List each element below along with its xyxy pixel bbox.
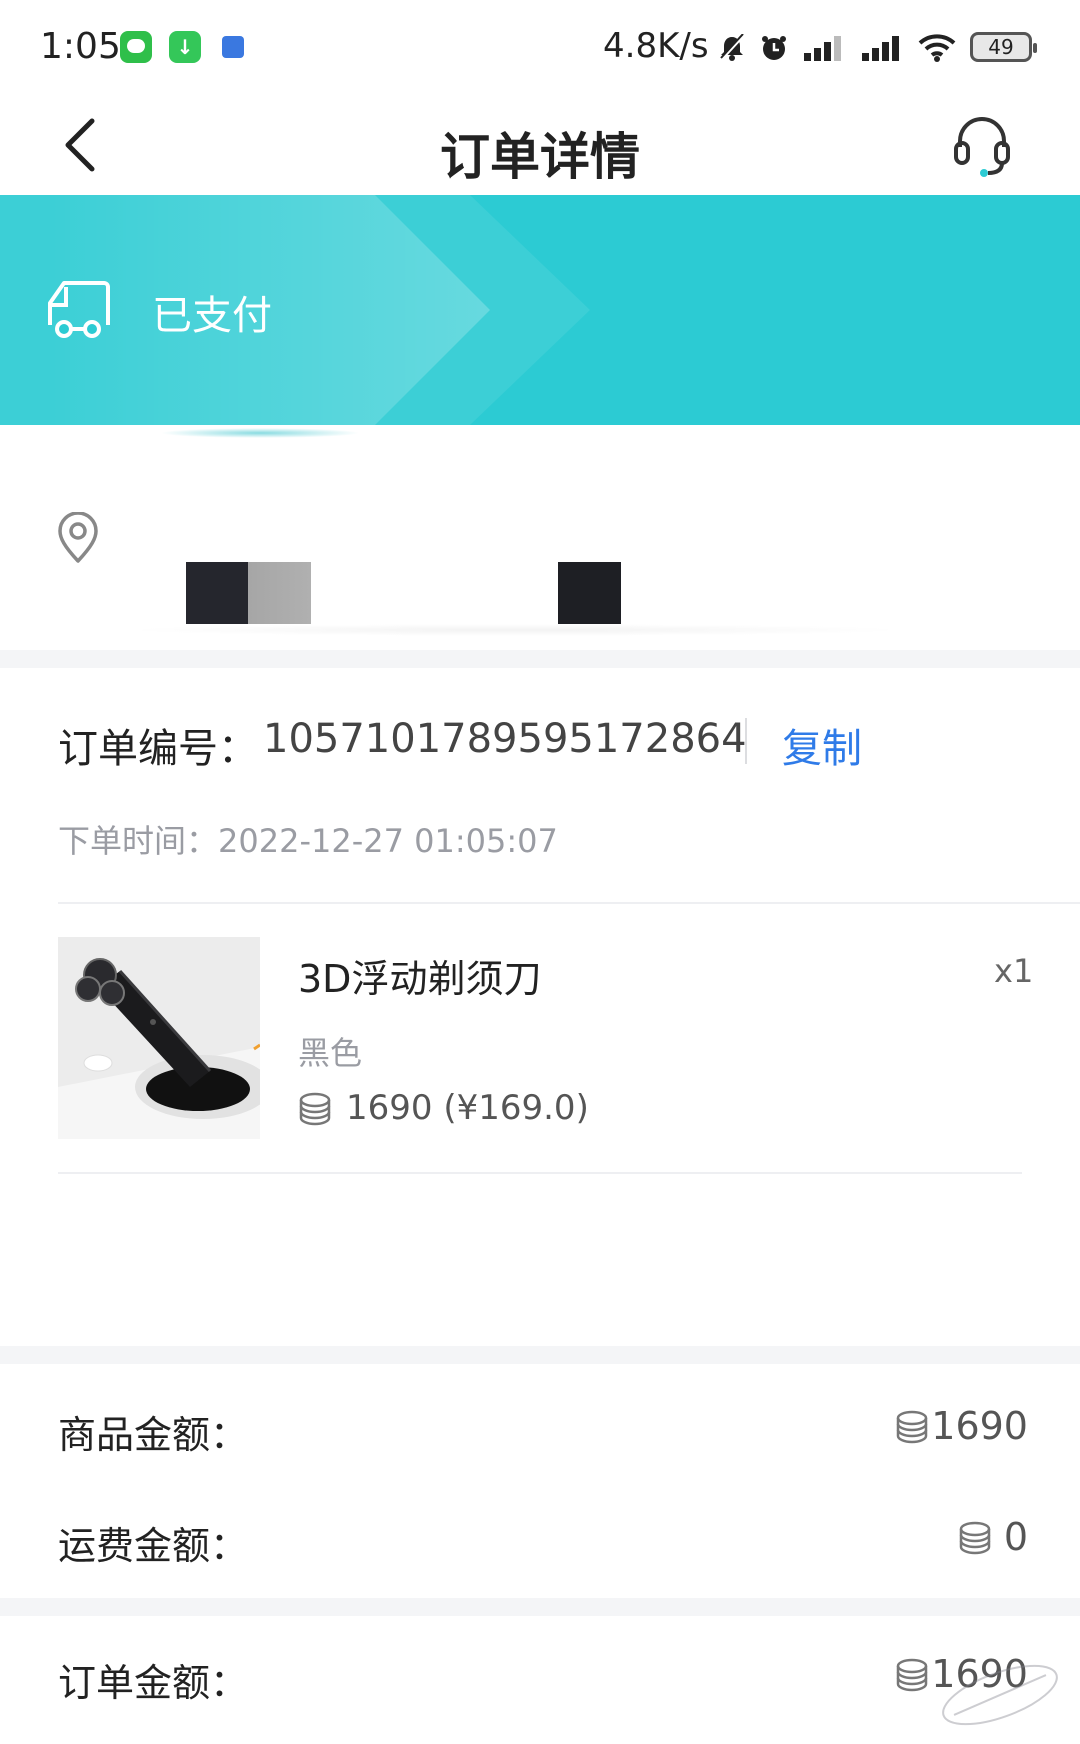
truck-icon [48,281,110,338]
order-number-label: 订单编号： [58,726,258,772]
vertical-separator [745,718,747,764]
product-variant: 黑色 [298,1034,363,1072]
status-time: 1:05 [40,26,121,67]
product-price: 1690 (¥169.0) [346,1088,589,1128]
redacted-address-block [186,562,248,624]
status-icons [718,30,956,66]
network-speed: 4.8K/s [603,26,709,66]
product-name: 3D浮动剃须刀 [298,957,542,1001]
product-quantity: x1 [994,952,1034,990]
address-shadow [120,624,910,636]
alarm-icon [762,36,786,60]
order-number: 1057101789595172864 [263,716,747,762]
headset-icon[interactable] [950,113,1014,179]
section-divider [0,1346,1080,1364]
page-title: 订单详情 [440,128,640,186]
goods-amount-label: 商品金额： [58,1413,249,1457]
messages-app-icon [120,31,152,63]
redacted-address-block [558,562,621,624]
divider-line [58,1172,1022,1174]
coin-icon [959,1521,991,1555]
section-divider [0,1598,1080,1616]
signal-icon [862,36,899,61]
order-time-value: 2022-12-27 01:05:07 [218,822,558,860]
nav-bar: 订单详情 [0,95,1080,195]
download-app-icon [169,31,201,63]
muted-bell-icon [719,34,745,62]
battery-icon: 49 [970,32,1037,62]
order-amount-label: 订单金额： [58,1661,249,1705]
redacted-address-block [248,562,311,624]
coin-icon [299,1092,331,1126]
signal-icon [804,36,841,61]
order-status-banner: 已支付 [0,195,1080,425]
shaver-image [58,937,260,1139]
calendar-app-icon [222,36,244,58]
order-status-text: 已支付 [152,293,272,339]
wifi-icon [918,34,956,62]
shipping-amount-value: 0 [1003,1515,1028,1559]
shipping-amount-label: 运费金额： [58,1524,249,1568]
coin-icon [896,1410,928,1444]
goods-amount-value: 1690 [931,1404,1028,1448]
product-image[interactable] [58,937,260,1139]
order-time-label: 下单时间： [58,822,219,860]
copy-button[interactable]: 复制 [782,716,862,774]
address-card[interactable] [0,440,1080,650]
status-bar: 1:05 4.8K/s 49 [0,0,1080,95]
order-time: 下单时间：2022-12-27 01:05:07 [58,816,558,862]
location-pin-icon [58,512,98,563]
banner-shadow [160,428,360,438]
divider-line [58,902,1080,904]
section-divider [0,650,1080,668]
